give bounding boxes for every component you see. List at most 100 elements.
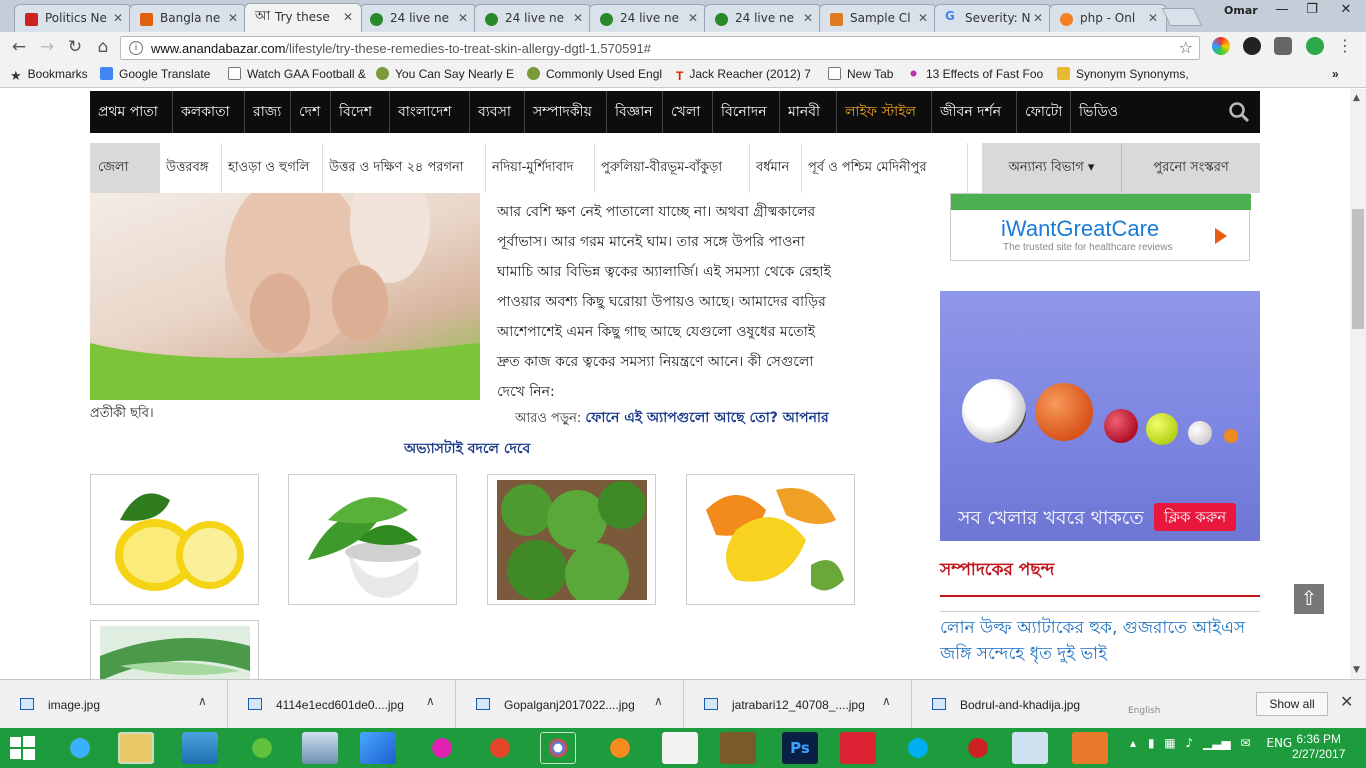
input-language[interactable]: ENG	[1266, 736, 1292, 750]
page-scrollbar[interactable]: ▲ ▼	[1350, 89, 1366, 679]
nav-item-active[interactable]: লাইফ স্টাইল	[837, 91, 932, 133]
menu-icon[interactable]: ⋮	[1336, 37, 1354, 55]
tab-php[interactable]: php - Onl ✕	[1049, 4, 1167, 32]
keyboard-icon[interactable]	[302, 732, 338, 764]
itunes-icon[interactable]	[424, 732, 460, 764]
tab-politics[interactable]: Politics Ne ✕	[14, 4, 132, 32]
bangla-app-icon[interactable]	[840, 732, 876, 764]
editors-choice-link[interactable]: লোন উল্ফ অ্যাটাকের হুক, গুজরাতে আইএস জঙ্…	[940, 615, 1260, 667]
scrollbar-thumb[interactable]	[1352, 209, 1364, 329]
nav-item[interactable]: বিজ্ঞান	[607, 91, 663, 133]
forward-icon[interactable]: →	[36, 36, 58, 58]
read-more-link-continued[interactable]: অভ্যাসটাই বদলে দেবে	[404, 437, 530, 461]
download-item[interactable]: Gopalganj2017022....jpg ∧	[456, 680, 684, 729]
nav-item[interactable]: ভিডিও	[1071, 91, 1126, 133]
nav-item[interactable]: জীবন দর্শন	[932, 91, 1017, 133]
close-tab-icon[interactable]: ✕	[343, 10, 353, 24]
district-item[interactable]: উত্তরবঙ্গ	[160, 143, 222, 193]
skype-icon[interactable]	[900, 732, 936, 764]
bookmark-new-tab[interactable]: New Tab	[828, 67, 893, 81]
district-item[interactable]: উত্তর ও দক্ষিণ ২৪ পরগনা	[323, 143, 486, 193]
scroll-to-top-icon[interactable]: ⇧	[1294, 584, 1324, 614]
thumbnail-lemon[interactable]	[90, 474, 259, 605]
nav-item[interactable]: বাংলাদেশ	[390, 91, 470, 133]
restore-icon[interactable]: ❐	[1300, 2, 1324, 20]
url-text[interactable]: www.anandabazar.com/lifestyle/try-these-…	[151, 41, 651, 56]
read-more-link[interactable]: ফোনে এই অ্যাপগুলো আছে তো? আপনার	[585, 410, 828, 426]
nav-item[interactable]: সম্পাদকীয়	[525, 91, 607, 133]
ad-click-button[interactable]: ক্লিক করুন	[1154, 503, 1237, 531]
tab-24-live-2[interactable]: 24 live ne ✕	[474, 4, 592, 32]
old-edition-link[interactable]: পুরনো সংস্করণ	[1122, 143, 1260, 193]
nav-item[interactable]: খেলা	[663, 91, 713, 133]
tab-severity[interactable]: G Severity: N ✕	[934, 4, 1052, 32]
battery-icon[interactable]: ▮	[1148, 736, 1155, 750]
bookmark-bookmarks[interactable]: ★ Bookmarks	[10, 67, 88, 83]
info-icon[interactable]: i	[129, 41, 143, 55]
grammarly-icon[interactable]	[1306, 37, 1324, 55]
show-hidden-icons[interactable]: ▴	[1130, 736, 1136, 750]
close-tab-icon[interactable]: ✕	[803, 11, 813, 25]
profile-name[interactable]: Omar	[1224, 4, 1258, 17]
bookmark-commonly[interactable]: Commonly Used Engl	[527, 67, 662, 81]
network-icon[interactable]: ▦	[1164, 736, 1175, 750]
notification-icon[interactable]: ✉	[1240, 736, 1250, 750]
nav-item[interactable]: কলকাতা	[173, 91, 245, 133]
nav-item[interactable]: দেশ	[291, 91, 331, 133]
more-bookmarks-icon[interactable]: »	[1332, 67, 1339, 81]
nav-item[interactable]: ফোটো	[1017, 91, 1071, 133]
media-player-icon[interactable]	[360, 732, 396, 764]
close-tab-icon[interactable]: ✕	[1148, 11, 1158, 25]
photoshop-icon[interactable]: Ps	[782, 732, 818, 764]
tab-bangla[interactable]: Bangla ne ✕	[129, 4, 247, 32]
new-tab-button[interactable]	[1161, 8, 1203, 26]
home-icon[interactable]: ⌂	[92, 36, 114, 58]
scroll-up-icon[interactable]: ▲	[1353, 93, 1360, 103]
extension-headphone-icon[interactable]	[1274, 37, 1292, 55]
music-app-icon[interactable]	[482, 732, 518, 764]
back-icon[interactable]: ←	[8, 36, 30, 58]
extension-dark-icon[interactable]	[1243, 37, 1261, 55]
close-tab-icon[interactable]: ✕	[688, 11, 698, 25]
window-app-icon[interactable]	[1012, 732, 1048, 764]
chevron-up-icon[interactable]: ∧	[426, 694, 435, 708]
windows-start-icon[interactable]	[8, 734, 36, 762]
address-bar[interactable]: i www.anandabazar.com/lifestyle/try-thes…	[120, 36, 1200, 60]
file-explorer-icon[interactable]	[118, 732, 154, 764]
district-item[interactable]: বর্ধমান	[750, 143, 802, 193]
download-item[interactable]: image.jpg ∧	[0, 680, 228, 729]
minimize-icon[interactable]: —	[1270, 2, 1294, 20]
tab-try-these[interactable]: আ Try these ✕	[244, 3, 362, 32]
iwantgreatcare-ad[interactable]: iWantGreatCare The trusted site for heal…	[950, 193, 1251, 261]
district-item[interactable]: নদিয়া-মুর্শিদাবাদ	[486, 143, 595, 193]
close-tab-icon[interactable]: ✕	[573, 11, 583, 25]
nav-item[interactable]: প্রথম পাতা	[90, 91, 173, 133]
close-window-icon[interactable]: ✕	[1334, 2, 1358, 20]
media-app-icon[interactable]	[960, 732, 996, 764]
download-item[interactable]: Bodrul-and-khadija.jpg	[912, 680, 1140, 729]
bookmark-google-translate[interactable]: Google Translate	[100, 67, 210, 81]
thumbnail-mint[interactable]	[487, 474, 656, 605]
tab-24-live-3[interactable]: 24 live ne ✕	[589, 4, 707, 32]
signal-icon[interactable]: ▁▃▅	[1203, 736, 1231, 750]
other-sections-dropdown[interactable]: অন্যান্য বিভাগ ▾	[982, 143, 1122, 193]
download-item[interactable]: 4114e1ecd601de0....jpg ∧	[228, 680, 456, 729]
thumbnail-tulsi[interactable]	[288, 474, 457, 605]
scroll-down-icon[interactable]: ▼	[1353, 665, 1360, 675]
sublime-text-icon[interactable]	[720, 732, 756, 764]
tab-24-live-4[interactable]: 24 live ne ✕	[704, 4, 822, 32]
tab-24-live-1[interactable]: 24 live ne ✕	[359, 4, 477, 32]
close-downloads-icon[interactable]: ✕	[1340, 692, 1353, 711]
volume-icon[interactable]: ♪	[1185, 736, 1193, 750]
chevron-up-icon[interactable]: ∧	[882, 694, 891, 708]
district-item[interactable]: পুরুলিয়া-বীরভূম-বাঁকুড়া	[595, 143, 750, 193]
search-icon[interactable]	[1228, 101, 1250, 123]
close-tab-icon[interactable]: ✕	[228, 11, 238, 25]
thumbnail-aloe-vera[interactable]	[90, 620, 259, 679]
bookmark-synonym[interactable]: Synonym Synonyms,	[1057, 67, 1189, 81]
district-item[interactable]: হাওড়া ও হুগলি	[222, 143, 323, 193]
bookmark-fast-food[interactable]: 13 Effects of Fast Foo	[907, 67, 1043, 81]
district-item[interactable]: পূর্ব ও পশ্চিম মেদিনীপুর	[802, 143, 968, 193]
close-tab-icon[interactable]: ✕	[458, 11, 468, 25]
show-all-button[interactable]: Show all	[1256, 692, 1328, 716]
